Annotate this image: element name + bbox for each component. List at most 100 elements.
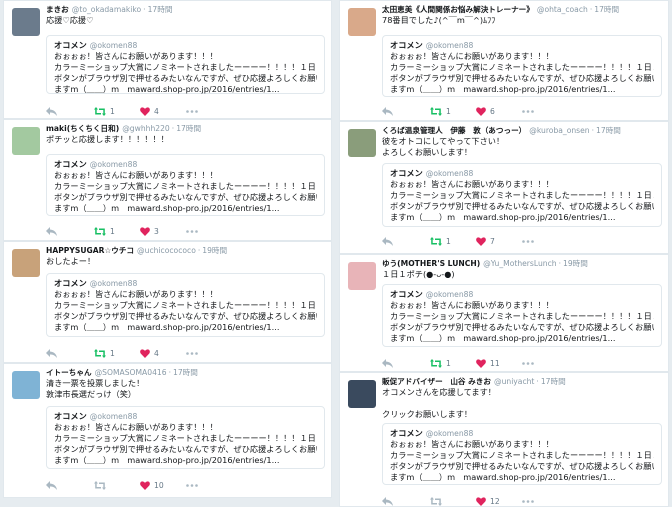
quoted-tweet[interactable]: オコメン @okomen88 おぉぉぉ！皆さんにお願いがあります！！！ カラーミー… — [46, 35, 325, 94]
retweet-button[interactable]: 1 — [94, 348, 140, 358]
tweet-card[interactable]: 太田恵美《人間関係お悩み解決トレーナー》 @ohta_coach · 17時間 78番… — [339, 0, 669, 121]
user-handle[interactable]: @ohta_coach — [537, 5, 588, 14]
retweet-button[interactable]: 1 — [430, 106, 476, 116]
tweet-time[interactable]: 19時間 — [202, 246, 227, 255]
reply-icon[interactable] — [46, 480, 94, 490]
reply-icon[interactable] — [382, 496, 430, 506]
tweet-time[interactable]: 17時間 — [176, 124, 201, 133]
more-icon[interactable] — [522, 499, 568, 503]
tweet-time[interactable]: 17時間 — [173, 368, 198, 377]
avatar[interactable] — [348, 129, 376, 157]
quoted-tweet[interactable]: オコメン @okomen88 おぉぉぉ！皆さんにお願いがあります！！！ カラーミー… — [46, 406, 325, 469]
tweet-card[interactable]: くろば温泉管理人 伊藤 敦（あつっー） @kuroba_onsen · 17時間 彼を… — [339, 121, 669, 254]
more-icon[interactable] — [186, 483, 232, 487]
tweet-time[interactable]: 17時間 — [541, 377, 566, 386]
like-button[interactable]: 4 — [140, 349, 186, 358]
tweet-card[interactable]: HAPPYSUGAR☆ウチコ @uchicocococo · 19時間 おしたよー！ … — [3, 241, 332, 363]
user-handle[interactable]: @to_okadamakiko — [72, 5, 141, 14]
like-count: 4 — [154, 106, 159, 116]
heart-icon — [476, 106, 486, 116]
tweet-time[interactable]: 19時間 — [563, 259, 588, 268]
retweet-button[interactable]: 1 — [94, 226, 140, 236]
reply-icon[interactable] — [382, 358, 430, 368]
like-count: 12 — [490, 496, 500, 506]
user-handle[interactable]: @kuroba_onsen — [529, 126, 589, 135]
tweet-card[interactable]: イトーちゃん @SOMASOMA0416 · 17時間 清き一票を投票しました！ 敦津… — [3, 363, 332, 498]
avatar[interactable] — [348, 262, 376, 290]
avatar[interactable] — [348, 380, 376, 408]
like-button[interactable]: 3 — [140, 227, 186, 236]
quote-handle: @okomen88 — [89, 41, 138, 50]
user-handle[interactable]: @gwhhh220 — [122, 124, 170, 133]
retweet-button[interactable] — [430, 496, 476, 506]
more-icon[interactable] — [522, 239, 568, 243]
quoted-tweet[interactable]: オコメン @okomen88 おぉぉぉ！皆さんにお願いがあります！！！ カラーミー… — [46, 273, 325, 337]
more-icon[interactable] — [186, 351, 232, 355]
quoted-tweet[interactable]: オコメン @okomen88 おぉぉぉ！皆さんにお願いがあります！！！ カラーミー… — [382, 284, 662, 347]
user-name[interactable]: 太田恵美《人間関係お悩み解決トレーナー》 — [382, 5, 534, 14]
reply-icon[interactable] — [382, 106, 430, 116]
reply-icon[interactable] — [46, 348, 94, 358]
quote-name: オコメン — [390, 168, 423, 178]
quoted-tweet[interactable]: オコメン @okomen88 おぉぉぉ！皆さんにお願いがあります！！！ カラーミー… — [382, 423, 662, 485]
avatar[interactable] — [348, 8, 376, 36]
heart-icon — [476, 236, 486, 246]
user-name[interactable]: maki(ちくちく日和) — [46, 124, 119, 133]
quote-handle: @okomen88 — [425, 429, 474, 438]
tweet-header: maki(ちくちく日和) @gwhhh220 · 17時間 — [46, 124, 202, 133]
tweet-time[interactable]: 17時間 — [594, 5, 619, 14]
like-button[interactable]: 11 — [476, 359, 522, 368]
user-handle[interactable]: @Yu_MothersLunch — [483, 259, 556, 268]
retweet-button[interactable] — [94, 480, 140, 490]
quote-line: ますm（＿＿）m maward.shop-pro.jp/2016/entries… — [390, 333, 616, 343]
reply-icon[interactable] — [46, 226, 94, 236]
avatar[interactable] — [12, 249, 40, 277]
quoted-tweet[interactable]: オコメン @okomen88 おぉぉぉ！皆さんにお願いがあります！！！ カラーミー… — [382, 35, 662, 97]
more-icon[interactable] — [186, 109, 232, 113]
user-handle[interactable]: @SOMASOMA0416 — [95, 368, 167, 377]
tweet-card[interactable]: ゆう(MOTHER'S LUNCH) @Yu_MothersLunch · 19時間 … — [339, 254, 669, 372]
heart-icon — [140, 348, 150, 358]
user-name[interactable]: 販促アドバイザー 山谷 みきお — [382, 377, 491, 386]
quote-name: オコメン — [390, 289, 423, 299]
quoted-tweet[interactable]: オコメン @okomen88 おぉぉぉ！皆さんにお願いがあります！！！ カラーミー… — [382, 163, 662, 227]
reply-icon[interactable] — [46, 106, 94, 116]
tweet-card[interactable]: maki(ちくちく日和) @gwhhh220 · 17時間 ポチッと応援します！！！！… — [3, 119, 332, 241]
user-handle[interactable]: @uniyacht — [494, 377, 534, 386]
tweet-time[interactable]: 17時間 — [148, 5, 173, 14]
tweet-actions: 1 4 — [46, 105, 232, 117]
like-count: 3 — [154, 226, 159, 236]
avatar[interactable] — [12, 371, 40, 399]
avatar[interactable] — [12, 127, 40, 155]
user-name[interactable]: くろば温泉管理人 伊藤 敦（あつっー） — [382, 126, 526, 135]
user-name[interactable]: ゆう(MOTHER'S LUNCH) — [382, 259, 480, 268]
user-name[interactable]: HAPPYSUGAR☆ウチコ — [46, 246, 134, 255]
heart-icon — [476, 496, 486, 506]
user-handle[interactable]: @uchicocococo — [137, 246, 196, 255]
like-button[interactable]: 6 — [476, 107, 522, 116]
quote-line: ますm（＿＿）m maward.shop-pro.jp/2016/entries… — [390, 84, 616, 94]
like-button[interactable]: 12 — [476, 497, 522, 506]
like-button[interactable]: 10 — [140, 481, 186, 490]
more-icon[interactable] — [186, 229, 232, 233]
reply-icon[interactable] — [382, 236, 430, 246]
quote-handle: @okomen88 — [89, 412, 138, 421]
user-name[interactable]: まきお — [46, 5, 69, 14]
avatar[interactable] — [12, 8, 40, 36]
tweet-card[interactable]: まきお @to_okadamakiko · 17時間 応援♡応援♡ オコメン @okom… — [3, 0, 332, 119]
user-name[interactable]: イトーちゃん — [46, 368, 92, 377]
like-button[interactable]: 4 — [140, 107, 186, 116]
retweet-count: 1 — [110, 106, 115, 116]
more-icon[interactable] — [522, 109, 568, 113]
quoted-tweet[interactable]: オコメン @okomen88 おぉぉぉ！皆さんにお願いがあります！！！ カラーミー… — [46, 154, 325, 216]
tweet-actions: 12 — [382, 495, 568, 507]
tweet-time[interactable]: 17時間 — [596, 126, 621, 135]
like-button[interactable]: 7 — [476, 237, 522, 246]
tweet-card[interactable]: 販促アドバイザー 山谷 みきお @uniyacht · 17時間 オコメンさんを応援し… — [339, 372, 669, 507]
retweet-button[interactable]: 1 — [430, 358, 476, 368]
quote-line: ボタンがブラウザ別で押せるみたいなんですが、ぜひ応援よろしくお願いし — [390, 201, 654, 211]
quote-line: おぉぉぉ！皆さんにお願いがあります！！！ — [390, 51, 554, 61]
retweet-button[interactable]: 1 — [94, 106, 140, 116]
more-icon[interactable] — [522, 361, 568, 365]
retweet-button[interactable]: 1 — [430, 236, 476, 246]
